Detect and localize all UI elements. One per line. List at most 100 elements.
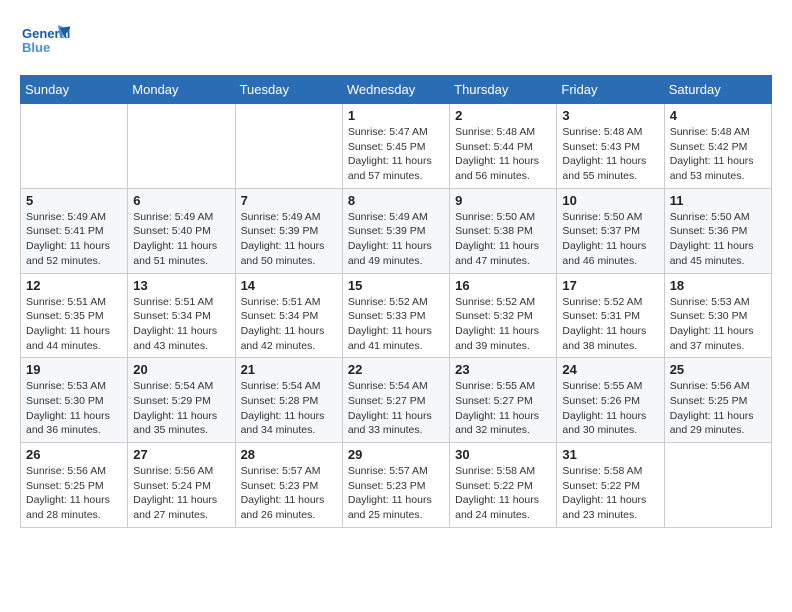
calendar-cell: 31 Sunrise: 5:58 AMSunset: 5:22 PMDayligh…: [557, 443, 664, 528]
weekday-header-wednesday: Wednesday: [342, 76, 449, 104]
day-number: 31: [562, 447, 658, 462]
day-number: 1: [348, 108, 444, 123]
calendar-cell: 24 Sunrise: 5:55 AMSunset: 5:26 PMDayligh…: [557, 358, 664, 443]
day-number: 24: [562, 362, 658, 377]
weekday-header-thursday: Thursday: [450, 76, 557, 104]
calendar-cell: 19 Sunrise: 5:53 AMSunset: 5:30 PMDayligh…: [21, 358, 128, 443]
calendar-cell: 11 Sunrise: 5:50 AMSunset: 5:36 PMDayligh…: [664, 188, 771, 273]
day-number: 23: [455, 362, 551, 377]
calendar-cell: 8 Sunrise: 5:49 AMSunset: 5:39 PMDaylight…: [342, 188, 449, 273]
day-info: Sunrise: 5:54 AMSunset: 5:28 PMDaylight:…: [241, 379, 337, 438]
day-info: Sunrise: 5:58 AMSunset: 5:22 PMDaylight:…: [455, 464, 551, 523]
calendar-cell: 5 Sunrise: 5:49 AMSunset: 5:41 PMDaylight…: [21, 188, 128, 273]
calendar-cell: [664, 443, 771, 528]
day-info: Sunrise: 5:52 AMSunset: 5:33 PMDaylight:…: [348, 295, 444, 354]
day-info: Sunrise: 5:53 AMSunset: 5:30 PMDaylight:…: [26, 379, 122, 438]
day-info: Sunrise: 5:50 AMSunset: 5:38 PMDaylight:…: [455, 210, 551, 269]
calendar-cell: 15 Sunrise: 5:52 AMSunset: 5:33 PMDayligh…: [342, 273, 449, 358]
day-info: Sunrise: 5:58 AMSunset: 5:22 PMDaylight:…: [562, 464, 658, 523]
calendar-cell: 4 Sunrise: 5:48 AMSunset: 5:42 PMDaylight…: [664, 104, 771, 189]
calendar-cell: [21, 104, 128, 189]
day-number: 21: [241, 362, 337, 377]
day-info: Sunrise: 5:51 AMSunset: 5:34 PMDaylight:…: [133, 295, 229, 354]
day-info: Sunrise: 5:56 AMSunset: 5:25 PMDaylight:…: [26, 464, 122, 523]
day-info: Sunrise: 5:50 AMSunset: 5:37 PMDaylight:…: [562, 210, 658, 269]
calendar-cell: 10Sunrise: 5:50 AMSunset: 5:37 PMDayligh…: [557, 188, 664, 273]
calendar-cell: 30 Sunrise: 5:58 AMSunset: 5:22 PMDayligh…: [450, 443, 557, 528]
day-info: Sunrise: 5:52 AMSunset: 5:31 PMDaylight:…: [562, 295, 658, 354]
day-number: 22: [348, 362, 444, 377]
day-number: 8: [348, 193, 444, 208]
calendar-cell: [235, 104, 342, 189]
weekday-header-saturday: Saturday: [664, 76, 771, 104]
calendar-cell: 7Sunrise: 5:49 AMSunset: 5:39 PMDaylight…: [235, 188, 342, 273]
day-info: Sunrise: 5:48 AMSunset: 5:44 PMDaylight:…: [455, 125, 551, 184]
calendar-cell: 27 Sunrise: 5:56 AMSunset: 5:24 PMDayligh…: [128, 443, 235, 528]
day-number: 19: [26, 362, 122, 377]
calendar-cell: 18 Sunrise: 5:53 AMSunset: 5:30 PMDayligh…: [664, 273, 771, 358]
day-info: Sunrise: 5:47 AMSunset: 5:45 PMDaylight:…: [348, 125, 444, 184]
calendar-cell: 28 Sunrise: 5:57 AMSunset: 5:23 PMDayligh…: [235, 443, 342, 528]
day-number: 28: [241, 447, 337, 462]
calendar-cell: 26 Sunrise: 5:56 AMSunset: 5:25 PMDayligh…: [21, 443, 128, 528]
day-number: 12: [26, 278, 122, 293]
day-info: Sunrise: 5:57 AMSunset: 5:23 PMDaylight:…: [348, 464, 444, 523]
day-number: 6: [133, 193, 229, 208]
day-number: 27: [133, 447, 229, 462]
calendar-cell: 2Sunrise: 5:48 AMSunset: 5:44 PMDaylight…: [450, 104, 557, 189]
calendar-cell: 3 Sunrise: 5:48 AMSunset: 5:43 PMDaylight…: [557, 104, 664, 189]
day-info: Sunrise: 5:48 AMSunset: 5:43 PMDaylight:…: [562, 125, 658, 184]
calendar-cell: 21 Sunrise: 5:54 AMSunset: 5:28 PMDayligh…: [235, 358, 342, 443]
day-info: Sunrise: 5:54 AMSunset: 5:27 PMDaylight:…: [348, 379, 444, 438]
svg-text:Blue: Blue: [22, 40, 50, 55]
day-number: 9: [455, 193, 551, 208]
weekday-header-monday: Monday: [128, 76, 235, 104]
day-number: 26: [26, 447, 122, 462]
logo: General Blue: [20, 20, 70, 65]
day-number: 13: [133, 278, 229, 293]
day-info: Sunrise: 5:55 AMSunset: 5:26 PMDaylight:…: [562, 379, 658, 438]
calendar-cell: 23 Sunrise: 5:55 AMSunset: 5:27 PMDayligh…: [450, 358, 557, 443]
calendar-cell: 6Sunrise: 5:49 AMSunset: 5:40 PMDaylight…: [128, 188, 235, 273]
day-number: 11: [670, 193, 766, 208]
day-info: Sunrise: 5:54 AMSunset: 5:29 PMDaylight:…: [133, 379, 229, 438]
day-info: Sunrise: 5:55 AMSunset: 5:27 PMDaylight:…: [455, 379, 551, 438]
weekday-header-friday: Friday: [557, 76, 664, 104]
weekday-header-tuesday: Tuesday: [235, 76, 342, 104]
day-number: 3: [562, 108, 658, 123]
day-number: 29: [348, 447, 444, 462]
day-number: 15: [348, 278, 444, 293]
calendar-table: SundayMondayTuesdayWednesdayThursdayFrid…: [20, 75, 772, 528]
weekday-header-sunday: Sunday: [21, 76, 128, 104]
day-number: 14: [241, 278, 337, 293]
day-info: Sunrise: 5:49 AMSunset: 5:41 PMDaylight:…: [26, 210, 122, 269]
calendar-cell: [128, 104, 235, 189]
day-info: Sunrise: 5:53 AMSunset: 5:30 PMDaylight:…: [670, 295, 766, 354]
calendar-cell: 25 Sunrise: 5:56 AMSunset: 5:25 PMDayligh…: [664, 358, 771, 443]
day-info: Sunrise: 5:51 AMSunset: 5:34 PMDaylight:…: [241, 295, 337, 354]
calendar-cell: 20 Sunrise: 5:54 AMSunset: 5:29 PMDayligh…: [128, 358, 235, 443]
day-info: Sunrise: 5:56 AMSunset: 5:24 PMDaylight:…: [133, 464, 229, 523]
logo-icon: General Blue: [20, 20, 70, 60]
calendar-cell: 22 Sunrise: 5:54 AMSunset: 5:27 PMDayligh…: [342, 358, 449, 443]
calendar-cell: 13 Sunrise: 5:51 AMSunset: 5:34 PMDayligh…: [128, 273, 235, 358]
day-number: 16: [455, 278, 551, 293]
calendar-cell: 9 Sunrise: 5:50 AMSunset: 5:38 PMDaylight…: [450, 188, 557, 273]
day-info: Sunrise: 5:49 AMSunset: 5:39 PMDaylight:…: [348, 210, 444, 269]
day-info: Sunrise: 5:56 AMSunset: 5:25 PMDaylight:…: [670, 379, 766, 438]
day-number: 18: [670, 278, 766, 293]
day-number: 5: [26, 193, 122, 208]
day-info: Sunrise: 5:52 AMSunset: 5:32 PMDaylight:…: [455, 295, 551, 354]
calendar-cell: 29 Sunrise: 5:57 AMSunset: 5:23 PMDayligh…: [342, 443, 449, 528]
day-info: Sunrise: 5:50 AMSunset: 5:36 PMDaylight:…: [670, 210, 766, 269]
day-number: 25: [670, 362, 766, 377]
day-info: Sunrise: 5:57 AMSunset: 5:23 PMDaylight:…: [241, 464, 337, 523]
day-number: 20: [133, 362, 229, 377]
calendar-cell: 12Sunrise: 5:51 AMSunset: 5:35 PMDayligh…: [21, 273, 128, 358]
calendar-cell: 16 Sunrise: 5:52 AMSunset: 5:32 PMDayligh…: [450, 273, 557, 358]
day-info: Sunrise: 5:49 AMSunset: 5:39 PMDaylight:…: [241, 210, 337, 269]
day-number: 30: [455, 447, 551, 462]
calendar-cell: 1 Sunrise: 5:47 AMSunset: 5:45 PMDaylight…: [342, 104, 449, 189]
day-info: Sunrise: 5:48 AMSunset: 5:42 PMDaylight:…: [670, 125, 766, 184]
day-number: 4: [670, 108, 766, 123]
